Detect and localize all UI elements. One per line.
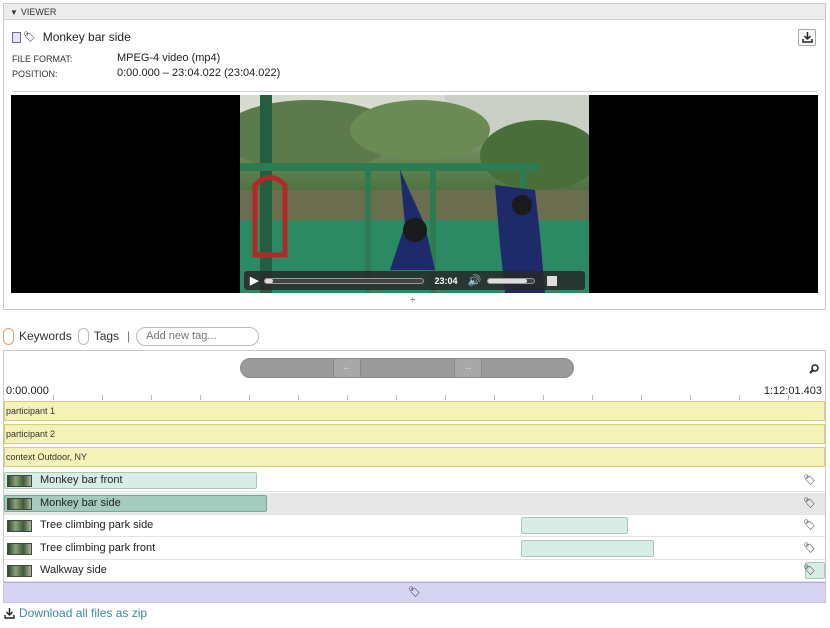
file-row[interactable]: Walkway side 🏷	[4, 560, 825, 583]
viewer-header[interactable]: ▼ VIEWER	[4, 4, 825, 20]
ruler-tick	[445, 395, 446, 400]
ruler-tick	[347, 395, 348, 400]
volume-icon[interactable]: 🔊	[468, 274, 482, 287]
tag-icon[interactable]: 🏷	[803, 475, 816, 486]
video-frame[interactable]: ▶ 23:04 🔊	[240, 95, 589, 293]
timeline-scroller[interactable]: ← →	[240, 358, 574, 378]
video-player[interactable]: ▶ 23:04 🔊	[11, 95, 818, 293]
ruler-tick	[494, 395, 495, 400]
tags-toggle[interactable]	[77, 327, 89, 345]
scroll-right-icon[interactable]: →	[454, 359, 482, 377]
ruler-tick	[543, 395, 544, 400]
context-label: context Outdoor, NY	[6, 452, 88, 462]
file-row[interactable]: Tree climbing park front 🏷	[4, 538, 825, 560]
tag-icon: 🏷	[408, 587, 421, 598]
video-controls: ▶ 23:04 🔊	[244, 271, 585, 290]
context-label: participant 1	[6, 406, 56, 416]
ruler-tick	[592, 395, 593, 400]
file-name: Monkey bar side	[40, 496, 121, 509]
tag-icon[interactable]: 🏷	[23, 32, 36, 43]
file-thumbnail	[7, 542, 32, 555]
file-name: Walkway side	[40, 564, 107, 577]
ruler-tick	[396, 395, 397, 400]
volume-level	[488, 278, 528, 283]
context-row[interactable]: participant 2	[4, 424, 825, 444]
scroll-left-icon[interactable]: ←	[333, 359, 361, 377]
file-row[interactable]: Tree climbing park side 🏷	[4, 515, 825, 538]
tag-icon[interactable]: 🏷	[803, 520, 816, 531]
ruler-tick	[200, 395, 201, 400]
file-thumbnail	[7, 520, 32, 533]
file-thumbnail	[7, 565, 32, 578]
file-name: Tree climbing park front	[40, 541, 156, 554]
video-scene-image	[240, 95, 589, 293]
file-row[interactable]: Monkey bar front 🏷	[4, 470, 825, 492]
fullscreen-icon[interactable]	[547, 275, 558, 286]
ruler-tick	[298, 395, 299, 400]
tag-icon[interactable]: 🏷	[803, 498, 816, 509]
file-segment-bar[interactable]	[520, 539, 655, 557]
collapse-triangle-icon[interactable]: ▼	[10, 8, 18, 17]
seek-progress	[265, 278, 274, 283]
file-format-label: FILE FORMAT:	[12, 54, 73, 64]
file-format-value: MPEG-4 video (mp4)	[117, 52, 221, 64]
context-row[interactable]: context Outdoor, NY	[4, 447, 825, 467]
viewer-panel: ▼ VIEWER 🏷 Monkey bar side FILE FORMAT: M…	[3, 3, 826, 310]
keywords-label[interactable]: Keywords	[19, 329, 72, 343]
volume-slider[interactable]	[487, 277, 536, 284]
file-thumbnail	[7, 475, 32, 487]
ruler-tick	[788, 395, 789, 400]
file-row[interactable]: Monkey bar side 🏷	[4, 492, 825, 515]
new-tag-input[interactable]	[136, 326, 260, 346]
file-name: Monkey bar front	[40, 474, 123, 486]
resize-handle-icon[interactable]: ÷	[410, 295, 416, 306]
context-label: participant 2	[6, 429, 56, 439]
file-title: Monkey bar side	[42, 30, 131, 44]
download-icon	[801, 32, 813, 43]
ruler-tick	[690, 395, 691, 400]
position-value: 0:00.000 – 23:04.022 (23:04.022)	[117, 67, 281, 79]
file-thumbnail	[7, 497, 32, 510]
play-icon[interactable]: ▶	[250, 274, 258, 287]
download-file-button[interactable]	[798, 29, 816, 46]
time-display: 23:04	[434, 275, 458, 286]
ruler-tick	[102, 395, 103, 400]
download-all-link[interactable]: Download all files as zip	[4, 606, 147, 620]
context-row[interactable]: participant 1	[4, 401, 825, 421]
download-icon	[4, 607, 15, 619]
ruler-tick	[151, 395, 152, 400]
ruler-tick	[53, 395, 54, 400]
zoom-icon[interactable]	[809, 361, 819, 379]
file-title-row: 🏷 Monkey bar side	[12, 28, 131, 46]
download-all-label: Download all files as zip	[19, 606, 148, 620]
separator: |	[127, 329, 131, 343]
timeline-panel: ← → 0:00.000 1:12:01.403 participant 1 p…	[3, 350, 826, 603]
position-label: POSITION:	[12, 69, 58, 79]
ruler-tick	[641, 395, 642, 400]
seek-bar[interactable]	[264, 277, 425, 284]
ruler-tick	[249, 395, 250, 400]
time-ruler	[4, 395, 825, 400]
tag-icon[interactable]: 🏷	[803, 543, 816, 554]
keywords-toggle[interactable]	[3, 327, 14, 345]
divider	[12, 91, 817, 92]
tag-bar: Keywords Tags |	[3, 326, 260, 346]
tags-label[interactable]: Tags	[94, 329, 119, 343]
viewer-header-label: VIEWER	[20, 7, 57, 17]
file-segment-bar[interactable]	[520, 517, 628, 535]
file-type-icon	[12, 31, 21, 43]
tag-icon[interactable]: 🏷	[803, 565, 816, 576]
file-name: Tree climbing park side	[40, 519, 154, 532]
ruler-tick	[739, 395, 740, 400]
add-tag-row[interactable]: 🏷	[4, 582, 825, 602]
